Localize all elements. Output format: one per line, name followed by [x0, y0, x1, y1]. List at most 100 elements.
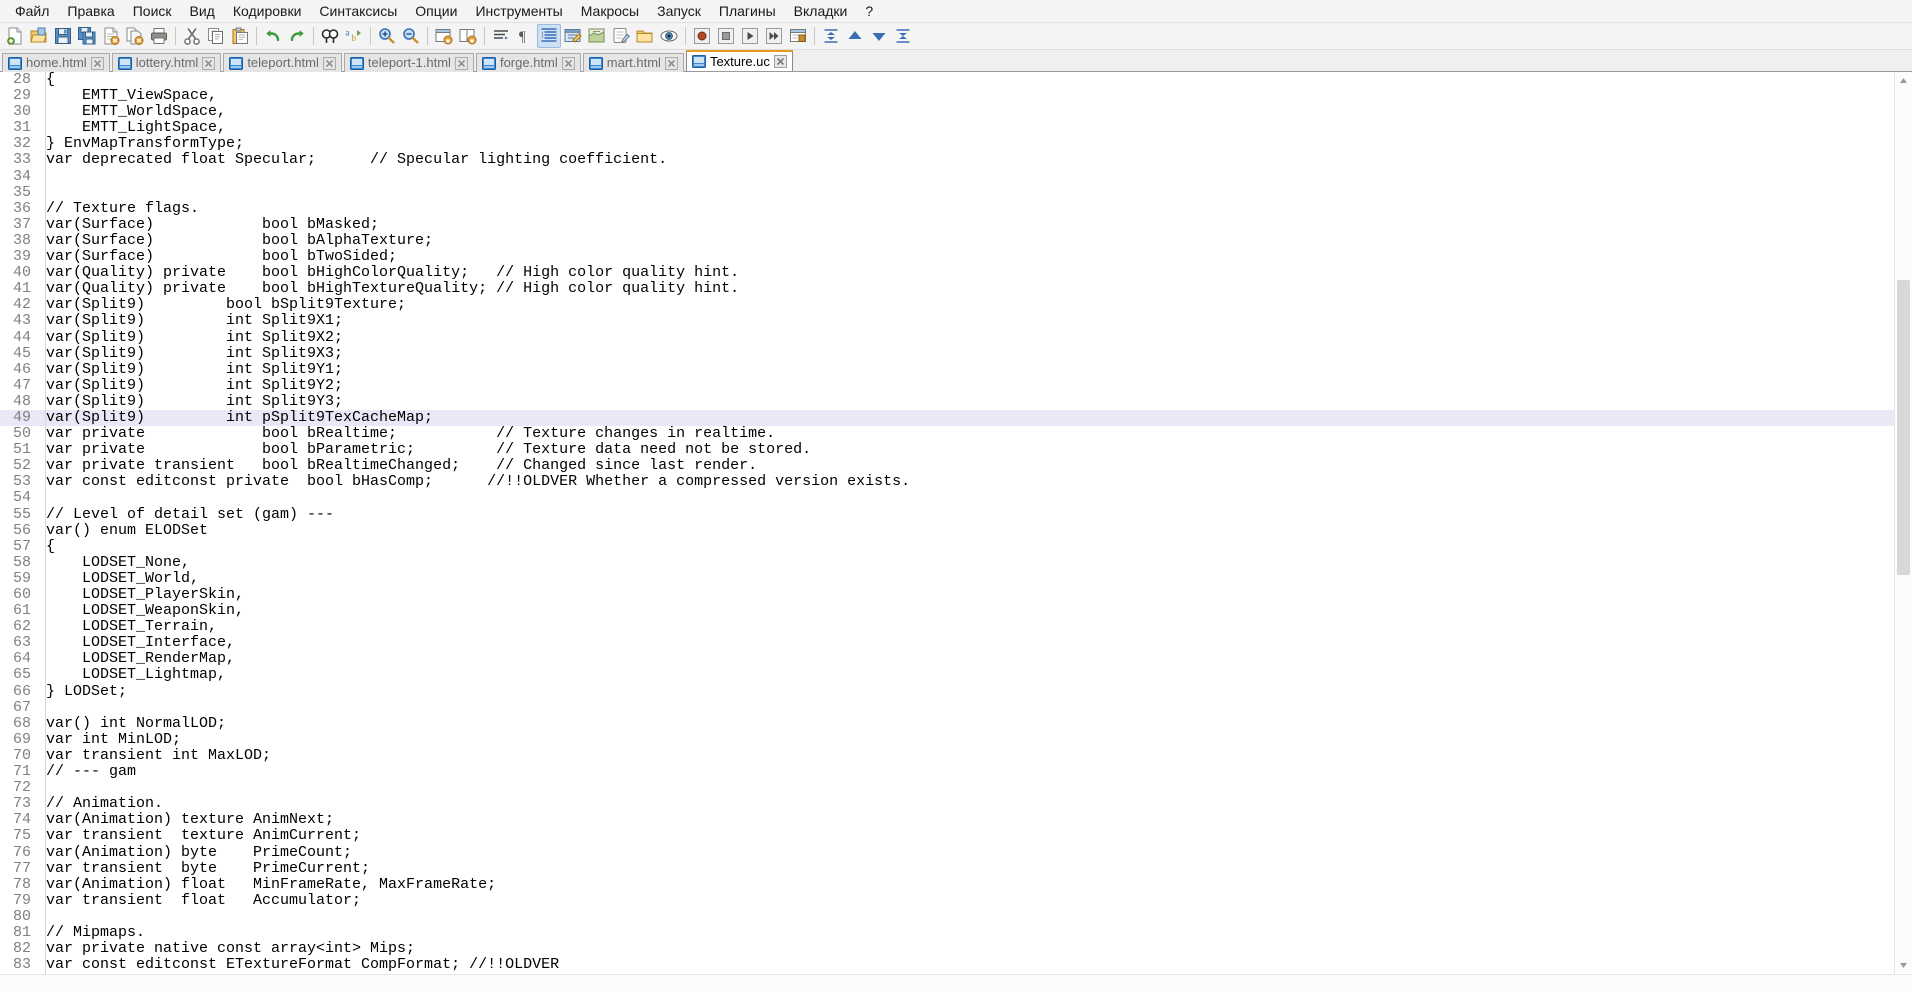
- code-line[interactable]: 77 var transient byte PrimeCurrent;: [0, 860, 1894, 877]
- tab-texture-uc[interactable]: Texture.uc: [685, 50, 793, 71]
- menu-macro[interactable]: Макросы: [572, 1, 648, 22]
- code-line[interactable]: 35: [0, 184, 1894, 201]
- tab-close-icon[interactable]: [90, 56, 104, 70]
- redo-button[interactable]: [285, 24, 309, 48]
- word-wrap-button[interactable]: [489, 24, 513, 48]
- menu-search[interactable]: Поиск: [124, 1, 181, 22]
- code-line[interactable]: 38 var(Surface) bool bAlphaTexture;: [0, 232, 1894, 250]
- menu-view[interactable]: Вид: [181, 1, 224, 22]
- zoom-out-button[interactable]: [399, 24, 423, 48]
- tab-close-icon[interactable]: [664, 56, 678, 70]
- code-line[interactable]: 41 var(Quality) private bool bHighTexture…: [0, 281, 1894, 298]
- tab-teleport-html[interactable]: teleport.html: [223, 53, 342, 72]
- undo-button[interactable]: [261, 24, 285, 48]
- folder-as-workspace-button[interactable]: [633, 24, 657, 48]
- document-map-button[interactable]: [585, 24, 609, 48]
- tab-close-icon[interactable]: [773, 55, 787, 68]
- macro-stop-button[interactable]: [714, 24, 738, 48]
- macro-record-button[interactable]: [690, 24, 714, 48]
- code-line[interactable]: 73 // Animation.: [0, 796, 1894, 813]
- code-line[interactable]: 37 var(Surface) bool bMasked;: [0, 216, 1894, 233]
- code-line[interactable]: 43 var(Split9) int Split9X1;: [0, 313, 1894, 330]
- indent-guide-button[interactable]: [537, 24, 561, 48]
- tab-close-icon[interactable]: [454, 56, 468, 70]
- code-line[interactable]: 30 EMTT_WorldSpace,: [0, 104, 1894, 121]
- code-line[interactable]: 55 // Level of detail set (gam) ---: [0, 506, 1894, 523]
- code-line[interactable]: 63 LODSET_Interface,: [0, 635, 1894, 652]
- code-line[interactable]: 75 var transient texture AnimCurrent;: [0, 828, 1894, 845]
- code-line[interactable]: 76 var(Animation) byte PrimeCount;: [0, 844, 1894, 861]
- scroll-down-arrow-icon[interactable]: [1895, 957, 1912, 974]
- code-line[interactable]: 57 {: [0, 538, 1894, 555]
- tab-close-icon[interactable]: [561, 56, 575, 70]
- new-file-button[interactable]: [3, 24, 27, 48]
- code-line[interactable]: 36 // Texture flags.: [0, 200, 1894, 217]
- collapse-level-up-button[interactable]: [843, 24, 867, 48]
- code-line[interactable]: 56 var() enum ELODSet: [0, 522, 1894, 539]
- code-line[interactable]: 82 var private native const array<int> Mi…: [0, 940, 1894, 958]
- code-line[interactable]: 52 var private transient bool bRealtimeCh…: [0, 458, 1894, 475]
- menu-settings[interactable]: Опции: [406, 1, 466, 22]
- expand-level-down-button[interactable]: [867, 24, 891, 48]
- code-line[interactable]: 39 var(Surface) bool bTwoSided;: [0, 248, 1894, 266]
- monitoring-button[interactable]: [657, 24, 681, 48]
- code-line[interactable]: 59 LODSET_World,: [0, 570, 1894, 587]
- code-line[interactable]: 66} LODSet;: [0, 683, 1894, 700]
- save-all-button[interactable]: [75, 24, 99, 48]
- tab-lottery-html[interactable]: lottery.html: [111, 53, 222, 72]
- code-line[interactable]: 47 var(Split9) int Split9Y2;: [0, 377, 1894, 394]
- code-line[interactable]: 71 // --- gam: [0, 763, 1894, 781]
- code-line[interactable]: 72: [0, 780, 1894, 797]
- macro-play-button[interactable]: [738, 24, 762, 48]
- menu-edit[interactable]: Правка: [58, 1, 123, 22]
- copy-button[interactable]: [204, 24, 228, 48]
- code-line[interactable]: 32} EnvMapTransformType;: [0, 136, 1894, 153]
- vertical-scrollbar[interactable]: [1894, 72, 1912, 974]
- code-line[interactable]: 60 LODSET_PlayerSkin,: [0, 586, 1894, 604]
- sync-vertical-button[interactable]: [432, 24, 456, 48]
- close-all-files-button[interactable]: [123, 24, 147, 48]
- cut-button[interactable]: [180, 24, 204, 48]
- code-line[interactable]: 68 var() int NormalLOD;: [0, 715, 1894, 732]
- macro-play-multiple-button[interactable]: [762, 24, 786, 48]
- code-line[interactable]: 69 var int MinLOD;: [0, 731, 1894, 748]
- tab-home-html[interactable]: home.html: [2, 53, 110, 72]
- code-line[interactable]: 81 // Mipmaps.: [0, 924, 1894, 942]
- menu-tools[interactable]: Инструменты: [466, 1, 571, 22]
- code-line[interactable]: 62 LODSET_Terrain,: [0, 619, 1894, 636]
- menu-plugins[interactable]: Плагины: [710, 1, 785, 22]
- code-line[interactable]: 61 LODSET_WeaponSkin,: [0, 602, 1894, 620]
- code-line[interactable]: 31 EMTT_LightSpace,: [0, 120, 1894, 137]
- menu-run[interactable]: Запуск: [648, 1, 710, 22]
- code-line[interactable]: 33 var deprecated float Specular; // Spec…: [0, 152, 1894, 169]
- code-line[interactable]: 65 LODSET_Lightmap,: [0, 667, 1894, 684]
- code-line[interactable]: 42 var(Split9) bool bSplit9Texture;: [0, 297, 1894, 314]
- print-button[interactable]: [147, 24, 171, 48]
- code-line[interactable]: 64 LODSET_RenderMap,: [0, 651, 1894, 668]
- user-define-dialog-button[interactable]: [561, 24, 585, 48]
- code-line[interactable]: 48 var(Split9) int Split9Y3;: [0, 393, 1894, 410]
- paste-button[interactable]: [228, 24, 252, 48]
- code-line[interactable]: 78 var(Animation) float MinFrameRate, Max…: [0, 876, 1894, 893]
- vertical-scroll-track[interactable]: [1895, 89, 1912, 957]
- code-line[interactable]: 74 var(Animation) texture AnimNext;: [0, 812, 1894, 829]
- code-editor[interactable]: 28{29 EMTT_ViewSpace, 30 EMTT_WorldSpace,…: [0, 72, 1894, 974]
- sync-horizontal-button[interactable]: [456, 24, 480, 48]
- code-line[interactable]: 45 var(Split9) int Split9X3;: [0, 345, 1894, 362]
- tab-close-icon[interactable]: [202, 56, 216, 70]
- code-line[interactable]: 54: [0, 490, 1894, 507]
- menu-encoding[interactable]: Кодировки: [224, 1, 311, 22]
- tab-close-icon[interactable]: [322, 56, 336, 70]
- code-line[interactable]: 83 var const editconst ETextureFormat Com…: [0, 957, 1894, 974]
- find-button[interactable]: [318, 24, 342, 48]
- code-line[interactable]: 34: [0, 168, 1894, 185]
- show-all-chars-button[interactable]: ¶: [513, 24, 537, 48]
- tab-teleport-1-html[interactable]: teleport-1.html: [343, 53, 474, 72]
- code-line[interactable]: 50 var private bool bRealtime; // Texture…: [0, 425, 1894, 443]
- code-line[interactable]: 51 var private bool bParametric; // Textu…: [0, 442, 1894, 459]
- vertical-scroll-thumb[interactable]: [1897, 279, 1910, 576]
- code-line[interactable]: 46 var(Split9) int Split9Y1;: [0, 361, 1894, 378]
- code-line[interactable]: 29 EMTT_ViewSpace,: [0, 87, 1894, 105]
- code-line[interactable]: 44 var(Split9) int Split9X2;: [0, 329, 1894, 346]
- replace-button[interactable]: ab: [342, 24, 366, 48]
